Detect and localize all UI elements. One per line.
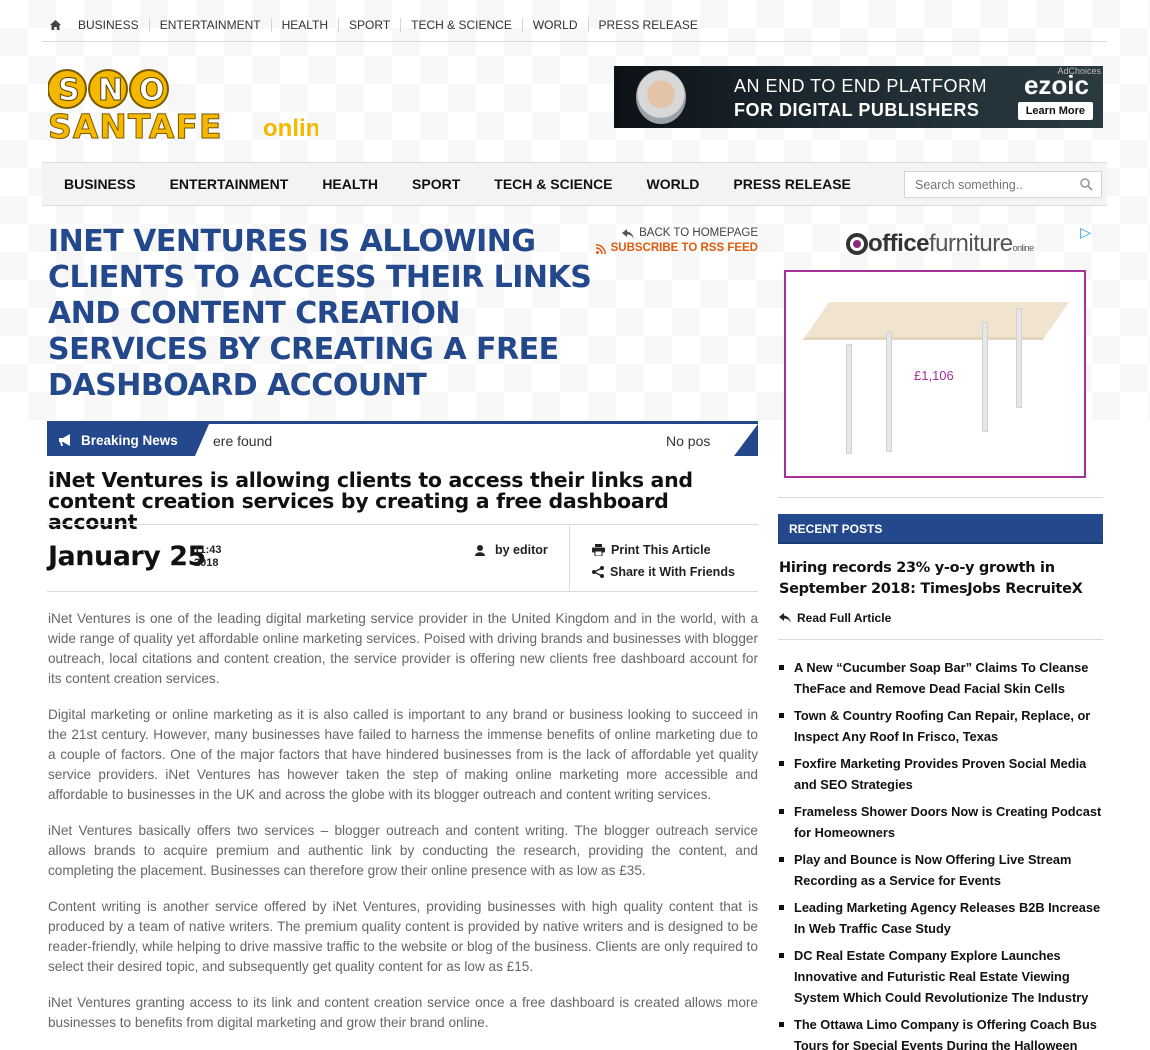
- ad-line-1: AN END TO END PLATFORM: [734, 76, 988, 96]
- article-author[interactable]: by editor: [475, 543, 548, 557]
- recent-post-item[interactable]: Frameless Shower Doors Now is Creating P…: [779, 801, 1104, 843]
- sidebar-ad[interactable]: officefurnitureonline ▷ £1,106: [780, 222, 1103, 490]
- site-logo[interactable]: S N O SANTAFE online: [47, 64, 334, 147]
- breaking-news-ticker: Breaking News ere found No pos: [47, 421, 758, 456]
- svg-text:online: online: [263, 115, 318, 142]
- top-nav: BUSINESS ENTERTAINMENT HEALTH SPORT TECH…: [42, 8, 1107, 42]
- article-paragraph: iNet Ventures is one of the leading digi…: [48, 611, 758, 686]
- article-paragraph: Digital marketing or online marketing as…: [48, 707, 758, 802]
- ticker-text-1[interactable]: ere found: [213, 433, 272, 449]
- search-input[interactable]: [905, 172, 1075, 197]
- article-links: BACK TO HOMEPAGE SUBSCRIBE TO RSS FEED: [595, 226, 758, 256]
- desk-leg: [982, 322, 988, 432]
- share-label: Share it With Friends: [610, 565, 735, 579]
- read-full-article-link[interactable]: Read Full Article: [779, 611, 891, 625]
- print-label: Print This Article: [611, 543, 711, 557]
- recent-post-item[interactable]: Play and Bounce is Now Offering Live Str…: [779, 849, 1104, 891]
- main-nav-health[interactable]: HEALTH: [305, 176, 395, 192]
- read-full-label: Read Full Article: [797, 611, 892, 625]
- breaking-news-text: Breaking News: [81, 432, 178, 448]
- article-body: iNet Ventures is one of the leading digi…: [48, 609, 758, 1049]
- desk-leg: [886, 332, 892, 452]
- article-meta: January 25 11:43 2018 by editor Print Th…: [47, 524, 758, 592]
- recent-posts-heading: RECENT POSTS: [778, 514, 1103, 544]
- main-nav-world[interactable]: WORLD: [630, 176, 717, 192]
- ticker-corner: [734, 424, 758, 456]
- article-title: INET VENTURES IS ALLOWING CLIENTS TO ACC…: [48, 224, 592, 403]
- recent-post-item[interactable]: Foxfire Marketing Provides Proven Social…: [779, 753, 1104, 795]
- breaking-news-label: Breaking News: [47, 424, 209, 456]
- subscribe-rss-label: SUBSCRIBE TO RSS FEED: [610, 242, 758, 254]
- svg-text:SANTAFE: SANTAFE: [48, 107, 223, 144]
- desk-leg: [846, 344, 852, 454]
- top-nav-sport[interactable]: SPORT: [338, 17, 400, 32]
- recent-post-item[interactable]: The Ottawa Limo Company is Offering Coac…: [779, 1014, 1104, 1050]
- search-box: [904, 171, 1102, 198]
- article-year: 2018: [194, 557, 219, 569]
- article-paragraph: iNet Ventures basically offers two servi…: [48, 823, 758, 878]
- search-icon[interactable]: [1080, 178, 1093, 196]
- rss-icon: [595, 243, 606, 254]
- recent-post-item[interactable]: A New “Cucumber Soap Bar” Claims To Clea…: [779, 657, 1104, 699]
- article-time: 11:43 2018: [194, 544, 222, 570]
- office-brand-b: furniture: [929, 230, 1013, 257]
- megaphone-icon: [59, 434, 70, 446]
- share-icon: [592, 566, 604, 578]
- top-nav-press-release[interactable]: PRESS RELEASE: [587, 17, 708, 32]
- article-date: January 25: [48, 541, 206, 572]
- desk-leg: [1016, 308, 1022, 408]
- print-icon: [592, 544, 605, 556]
- top-nav-world[interactable]: WORLD: [521, 17, 588, 32]
- back-to-homepage-label: BACK TO HOMEPAGE: [639, 227, 758, 239]
- back-to-homepage-link[interactable]: BACK TO HOMEPAGE: [596, 226, 758, 241]
- meta-divider: [569, 525, 570, 592]
- recent-posts-list: A New “Cucumber Soap Bar” Claims To Clea…: [779, 657, 1104, 1050]
- product-price: £1,106: [914, 368, 954, 383]
- article-paragraph: Content writing is another service offer…: [48, 899, 758, 974]
- recent-post-item[interactable]: Town & Country Roofing Can Repair, Repla…: [779, 705, 1104, 747]
- print-article-link[interactable]: Print This Article: [592, 543, 711, 557]
- desk-product-frame[interactable]: £1,106: [784, 270, 1086, 478]
- office-furniture-logo: officefurnitureonline: [846, 230, 1034, 258]
- adchoices-label[interactable]: AdChoices: [1057, 66, 1101, 76]
- main-nav-press-release[interactable]: PRESS RELEASE: [716, 176, 867, 192]
- top-nav-tech-science[interactable]: TECH & SCIENCE: [400, 17, 522, 32]
- svg-text:S: S: [58, 73, 80, 108]
- top-nav-entertainment[interactable]: ENTERTAINMENT: [148, 17, 271, 32]
- adchoices-icon[interactable]: ▷: [1080, 224, 1091, 241]
- share-link[interactable]: Share it With Friends: [592, 565, 735, 579]
- main-nav: BUSINESS ENTERTAINMENT HEALTH SPORT TECH…: [42, 162, 1107, 206]
- ad-learn-more-button[interactable]: Learn More: [1017, 102, 1093, 120]
- sidebar-divider: [778, 497, 1103, 498]
- featured-post-title[interactable]: Hiring records 23% y-o-y growth in Septe…: [779, 558, 1103, 600]
- office-furniture-o-icon: [846, 233, 868, 255]
- office-brand-a: office: [868, 230, 930, 257]
- main-nav-tech-science[interactable]: TECH & SCIENCE: [477, 176, 629, 192]
- reply-arrow-icon: [622, 228, 635, 239]
- top-nav-health[interactable]: HEALTH: [270, 17, 338, 32]
- main-nav-business[interactable]: BUSINESS: [42, 176, 153, 192]
- astronaut-image: [636, 70, 686, 124]
- desk-image: [802, 302, 1070, 340]
- article-paragraph: iNet Ventures granting access to its lin…: [48, 995, 758, 1030]
- svg-text:N: N: [98, 73, 123, 108]
- svg-text:O: O: [139, 73, 165, 108]
- ticker-text-2[interactable]: No pos: [666, 433, 710, 449]
- subscribe-rss-link[interactable]: SUBSCRIBE TO RSS FEED: [595, 241, 758, 256]
- ad-banner[interactable]: AN END TO END PLATFORM FOR DIGITAL PUBLI…: [614, 66, 1103, 128]
- top-nav-business[interactable]: BUSINESS: [68, 18, 149, 32]
- article-time-value: 11:43: [194, 544, 222, 556]
- main-nav-sport[interactable]: SPORT: [395, 176, 477, 192]
- sidebar-divider: [778, 639, 1103, 640]
- recent-post-item[interactable]: DC Real Estate Company Explore Launches …: [779, 945, 1104, 1008]
- ad-line-2: FOR DIGITAL PUBLISHERS: [734, 100, 980, 120]
- author-label: by editor: [495, 543, 548, 557]
- main-nav-entertainment[interactable]: ENTERTAINMENT: [153, 176, 306, 192]
- office-brand-c: online: [1012, 243, 1035, 253]
- reply-arrow-icon: [779, 613, 791, 623]
- home-icon[interactable]: [42, 19, 68, 30]
- user-icon: [475, 544, 485, 556]
- recent-post-item[interactable]: Leading Marketing Agency Releases B2B In…: [779, 897, 1104, 939]
